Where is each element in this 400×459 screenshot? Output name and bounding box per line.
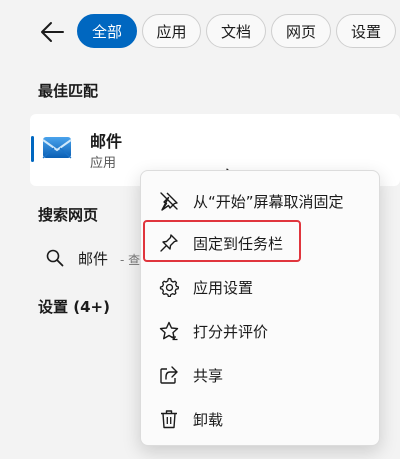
back-arrow-icon[interactable] [39, 20, 65, 44]
web-query-suffix: - 查 [120, 253, 141, 267]
menu-label-share: 共享 [193, 367, 224, 385]
filter-tab-bar: 全部 应用 文档 网页 设置 [0, 14, 400, 50]
gear-icon [159, 277, 179, 297]
share-icon [160, 366, 178, 384]
selection-indicator [31, 136, 34, 162]
trash-icon [161, 410, 177, 429]
unpin-icon [160, 192, 178, 211]
menu-label-uninstall: 卸载 [193, 411, 224, 429]
menu-item-uninstall[interactable]: 卸载 [147, 399, 373, 439]
context-menu: 从“开始”屏幕取消固定 固定到任务栏 应用设置 打分并评价 共享 卸载 [140, 170, 380, 446]
mail-icon [42, 137, 72, 159]
tab-apps[interactable]: 应用 [142, 14, 201, 48]
menu-label-unpin: 从“开始”屏幕取消固定 [193, 193, 344, 211]
search-icon [46, 249, 64, 267]
tab-settings[interactable]: 设置 [336, 14, 396, 48]
tab-documents[interactable]: 文档 [206, 14, 266, 48]
settings-heading[interactable]: 设置 (4+) [38, 296, 110, 317]
menu-item-app-settings[interactable]: 应用设置 [147, 267, 373, 307]
menu-item-rate-review[interactable]: 打分并评价 [147, 311, 373, 351]
web-search-result[interactable]: 邮件 - 查 [30, 240, 140, 276]
menu-label-app-settings: 应用设置 [193, 279, 254, 297]
tab-web[interactable]: 网页 [271, 14, 331, 48]
menu-item-share[interactable]: 共享 [147, 355, 373, 395]
search-web-heading: 搜索网页 [38, 206, 99, 224]
best-match-heading: 最佳匹配 [38, 82, 99, 100]
menu-label-rate-review: 打分并评价 [193, 323, 269, 341]
highlight-annotation-box [143, 220, 301, 262]
star-icon [159, 321, 179, 341]
tab-all[interactable]: 全部 [77, 14, 137, 48]
app-name: 邮件 [90, 132, 123, 151]
menu-item-unpin-from-start[interactable]: 从“开始”屏幕取消固定 [147, 181, 373, 221]
app-type: 应用 [90, 156, 117, 171]
web-query: 邮件 [78, 250, 109, 268]
